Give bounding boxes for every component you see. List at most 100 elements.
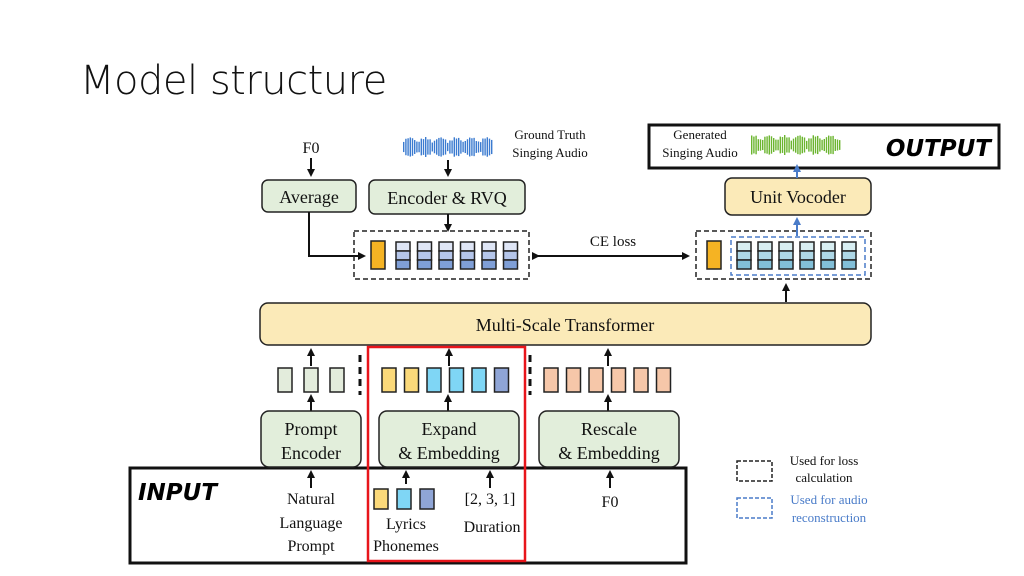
waveform-bar — [836, 139, 839, 151]
waveform-bar — [418, 141, 420, 153]
predicted-rvq-token-level-2 — [841, 250, 857, 261]
predicted-rvq-token-level-3 — [778, 259, 794, 270]
lyrics-label-line1: Lyrics — [386, 516, 426, 533]
f0-embedding-token — [543, 367, 559, 393]
target-rvq-token-level-2 — [438, 250, 454, 261]
predicted-rvq-token-level-3 — [841, 259, 857, 270]
target-rvq-token-level-3 — [438, 259, 454, 270]
waveform-bar — [458, 137, 460, 157]
target-rvq-token — [459, 241, 476, 270]
waveform-bar — [420, 138, 422, 156]
waveform-bar — [839, 140, 841, 150]
lyrics-phoneme-token — [373, 488, 389, 510]
target-rvq-token-level-1 — [502, 241, 519, 252]
predicted-rvq-token — [778, 241, 794, 270]
f0-embedding-token — [588, 367, 604, 393]
prompt-embedding-token — [303, 367, 319, 393]
waveform-bar — [786, 137, 788, 153]
predicted-rvq-token-level-1 — [778, 241, 794, 252]
waveform-bar — [814, 136, 817, 154]
legend-loss-line1: Used for loss — [790, 453, 859, 468]
target-rvq-token-level-3 — [395, 259, 411, 270]
waveform-bar — [795, 137, 797, 153]
multi-scale-transformer-label: Multi-Scale Transformer — [476, 315, 654, 335]
duration-value: [2, 3, 1] — [465, 491, 516, 508]
predicted-rvq-token-level-2 — [736, 250, 752, 261]
ce-loss-label: CE loss — [590, 234, 636, 250]
average-label: Average — [279, 187, 339, 207]
predicted-rvq-token-level-1 — [757, 241, 773, 252]
target-f0-token — [370, 240, 386, 270]
lyrics-embedding-token — [381, 367, 397, 393]
gt-audio-label-line1: Ground Truth — [514, 127, 586, 142]
waveform-bar — [455, 138, 458, 156]
target-rvq-token — [395, 241, 411, 270]
waveform-bar — [480, 142, 482, 152]
predicted-rvq-token — [736, 241, 752, 270]
waveform-bar — [821, 139, 823, 151]
generated-audio-waveform-icon — [751, 135, 841, 155]
waveform-bar — [781, 137, 784, 153]
rescale-embedding-label-line1: Rescale — [581, 419, 637, 439]
waveform-bar — [451, 140, 453, 154]
waveform-bar — [753, 136, 755, 154]
waveform-bar — [416, 141, 418, 153]
waveform-bar — [755, 135, 757, 155]
waveform-bar — [812, 135, 814, 155]
target-rvq-token-level-1 — [395, 241, 411, 252]
model-structure-diagram: Generated Singing Audio OUTPUT F0 Averag… — [128, 123, 1001, 565]
waveform-bar — [407, 138, 409, 156]
predicted-rvq-token-level-2 — [820, 250, 836, 261]
waveform-bar — [819, 138, 821, 152]
target-rvq-token-level-3 — [502, 259, 519, 270]
waveform-bar — [473, 137, 475, 157]
target-rvq-token — [438, 241, 454, 270]
waveform-bar — [751, 135, 753, 155]
target-rvq-token — [416, 241, 433, 270]
nl-prompt-line2: Language — [279, 515, 342, 532]
predicted-rvq-token — [757, 241, 773, 270]
predicted-rvq-token-level-3 — [799, 259, 815, 270]
waveform-bar — [768, 135, 770, 155]
predicted-rvq-token-level-1 — [799, 241, 815, 252]
target-rvq-token-level-2 — [481, 250, 497, 261]
waveform-bar — [790, 140, 792, 150]
target-rvq-token-level-1 — [481, 241, 497, 252]
waveform-bar — [453, 137, 455, 157]
waveform-bar — [469, 137, 471, 157]
target-rvq-token-level-3 — [416, 259, 433, 270]
waveform-bar — [830, 136, 832, 154]
ground-truth-audio-waveform-icon — [403, 137, 493, 157]
waveform-bar — [759, 139, 762, 151]
f0-embedding-token — [565, 367, 582, 393]
predicted-rvq-token — [820, 241, 836, 270]
legend-recon-swatch — [736, 497, 773, 519]
lyrics-label-line2: Phonemes — [373, 538, 439, 555]
predicted-rvq-token-level-2 — [799, 250, 815, 261]
waveform-bar — [466, 139, 469, 155]
waveform-bar — [764, 136, 766, 154]
predicted-rvq-token-level-1 — [820, 241, 836, 252]
waveform-bar — [460, 140, 462, 154]
predicted-token-group — [706, 240, 857, 270]
lyrics-embedding-token — [493, 367, 510, 393]
waveform-bar — [834, 139, 836, 151]
legend: Used for loss calculation Used for audio… — [736, 453, 868, 525]
waveform-bar — [810, 138, 812, 152]
waveform-bar — [436, 139, 438, 155]
predicted-rvq-token-level-1 — [736, 241, 752, 252]
target-rvq-token-level-1 — [459, 241, 476, 252]
legend-loss-swatch — [736, 460, 773, 482]
waveform-bar — [779, 136, 781, 154]
input-label: INPUT — [138, 480, 219, 506]
target-rvq-token-level-2 — [395, 250, 411, 261]
waveform-bar — [797, 135, 799, 155]
waveform-bar — [770, 136, 773, 154]
rescale-embedding-label-line2: & Embedding — [558, 443, 660, 463]
waveform-bar — [775, 139, 777, 151]
predicted-rvq-token — [841, 241, 857, 270]
target-rvq-token-level-1 — [416, 241, 433, 252]
waveform-bar — [433, 140, 436, 154]
f0-top-label: F0 — [303, 140, 320, 157]
waveform-bar — [799, 135, 801, 155]
